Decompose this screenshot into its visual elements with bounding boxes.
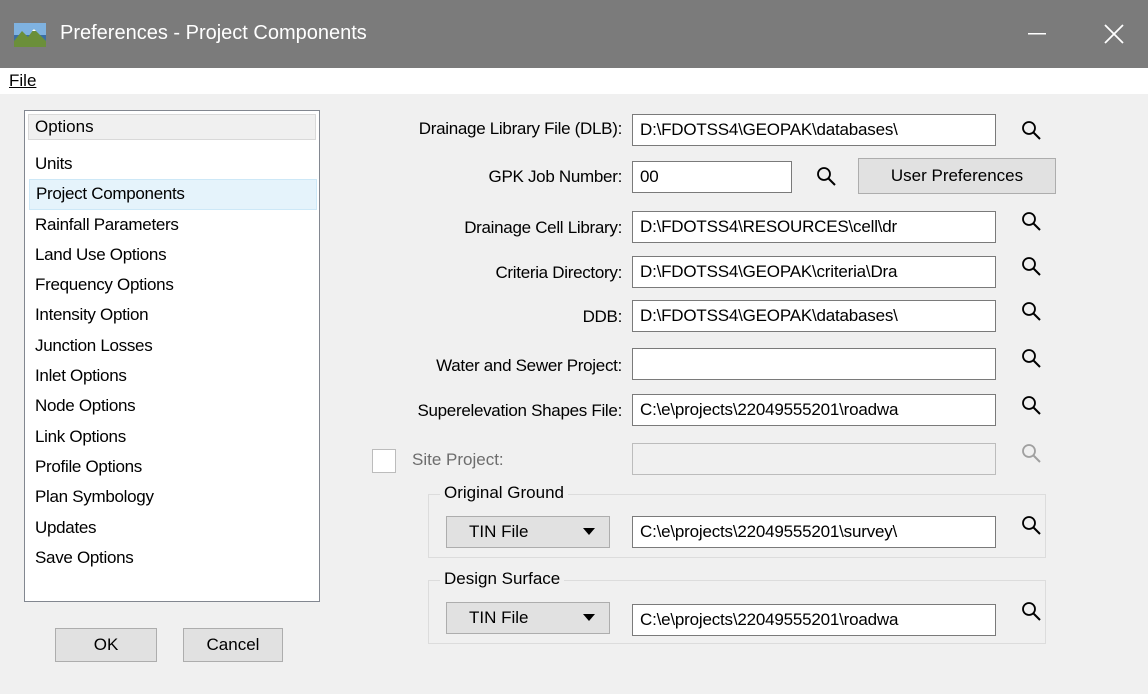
list-item-plan-symbology[interactable]: Plan Symbology <box>29 482 317 512</box>
site-project-checkbox[interactable] <box>372 449 396 473</box>
original-ground-type-value: TIN File <box>469 522 529 541</box>
magnifier-icon[interactable] <box>1020 514 1044 538</box>
window-title: Preferences - Project Components <box>60 22 367 44</box>
list-item-junction-losses[interactable]: Junction Losses <box>29 331 317 361</box>
user-preferences-button[interactable]: User Preferences <box>858 158 1056 194</box>
magnifier-icon[interactable] <box>1020 119 1044 143</box>
design-surface-title: Design Surface <box>440 569 565 589</box>
water-sewer-project-field[interactable] <box>632 348 996 380</box>
site-project-label: Site Project: <box>412 450 504 469</box>
magnifier-icon[interactable] <box>1020 300 1044 324</box>
dropdown-arrow-icon <box>583 614 595 621</box>
list-item-project-components[interactable]: Project Components <box>29 179 317 210</box>
design-surface-path-field[interactable]: C:\e\projects\22049555201\roadwa <box>632 604 996 636</box>
water-sewer-project-label: Water and Sewer Project: <box>436 356 622 375</box>
list-item-land-use-options[interactable]: Land Use Options <box>29 240 317 270</box>
dropdown-arrow-icon <box>583 528 595 535</box>
magnifier-icon[interactable] <box>1020 255 1044 279</box>
criteria-directory-label: Criteria Directory: <box>495 263 622 282</box>
design-surface-type-dropdown[interactable]: TIN File <box>446 602 610 634</box>
dlb-field[interactable]: D:\FDOTSS4\GEOPAK\databases\ <box>632 114 996 146</box>
ddb-field[interactable]: D:\FDOTSS4\GEOPAK\databases\ <box>632 300 996 332</box>
list-item-link-options[interactable]: Link Options <box>29 422 317 452</box>
minimize-icon <box>1028 33 1046 35</box>
close-icon <box>1104 24 1124 44</box>
list-item-inlet-options[interactable]: Inlet Options <box>29 361 317 391</box>
list-item-profile-options[interactable]: Profile Options <box>29 452 317 482</box>
options-list-items: Units Project Components Rainfall Parame… <box>29 149 317 573</box>
list-item-updates[interactable]: Updates <box>29 513 317 543</box>
app-landscape-icon <box>14 23 46 47</box>
list-item-rainfall-parameters[interactable]: Rainfall Parameters <box>29 210 317 240</box>
list-item-frequency-options[interactable]: Frequency Options <box>29 270 317 300</box>
close-button[interactable] <box>1080 0 1148 68</box>
site-project-field <box>632 443 996 475</box>
drainage-cell-library-label: Drainage Cell Library: <box>464 218 622 237</box>
original-ground-type-dropdown[interactable]: TIN File <box>446 516 610 548</box>
superelevation-shapes-field[interactable]: C:\e\projects\22049555201\roadwa <box>632 394 996 426</box>
gpk-job-number-label: GPK Job Number: <box>488 167 623 186</box>
minimize-button[interactable] <box>1002 0 1072 68</box>
dlb-label: Drainage Library File (DLB): <box>418 119 623 138</box>
superelevation-shapes-label: Superelevation Shapes File: <box>417 401 622 420</box>
ddb-label: DDB: <box>582 307 623 326</box>
magnifier-icon[interactable] <box>1020 347 1044 371</box>
list-item-intensity-option[interactable]: Intensity Option <box>29 300 317 330</box>
list-item-save-options[interactable]: Save Options <box>29 543 317 573</box>
drainage-cell-library-field[interactable]: D:\FDOTSS4\RESOURCES\cell\dr <box>632 211 996 243</box>
menu-bar: File <box>0 68 1148 94</box>
ok-button[interactable]: OK <box>55 628 157 662</box>
list-item-node-options[interactable]: Node Options <box>29 391 317 421</box>
gpk-job-number-field[interactable]: 00 <box>632 161 792 193</box>
magnifier-icon[interactable] <box>1020 394 1044 418</box>
title-bar: Preferences - Project Components <box>0 0 1148 68</box>
cancel-button[interactable]: Cancel <box>183 628 283 662</box>
options-listbox[interactable]: Options Units Project Components Rainfal… <box>24 110 320 602</box>
magnifier-icon[interactable] <box>1020 600 1044 624</box>
magnifier-icon[interactable] <box>1020 210 1044 234</box>
magnifier-icon <box>1022 444 1041 463</box>
magnifier-icon[interactable] <box>815 165 839 189</box>
original-ground-title: Original Ground <box>440 483 569 503</box>
list-item-units[interactable]: Units <box>29 149 317 179</box>
design-surface-type-value: TIN File <box>469 608 529 627</box>
original-ground-path-field[interactable]: C:\e\projects\22049555201\survey\ <box>632 516 996 548</box>
criteria-directory-field[interactable]: D:\FDOTSS4\GEOPAK\criteria\Dra <box>632 256 996 288</box>
menu-file[interactable]: File <box>9 71 36 91</box>
options-list-header: Options <box>28 114 316 140</box>
